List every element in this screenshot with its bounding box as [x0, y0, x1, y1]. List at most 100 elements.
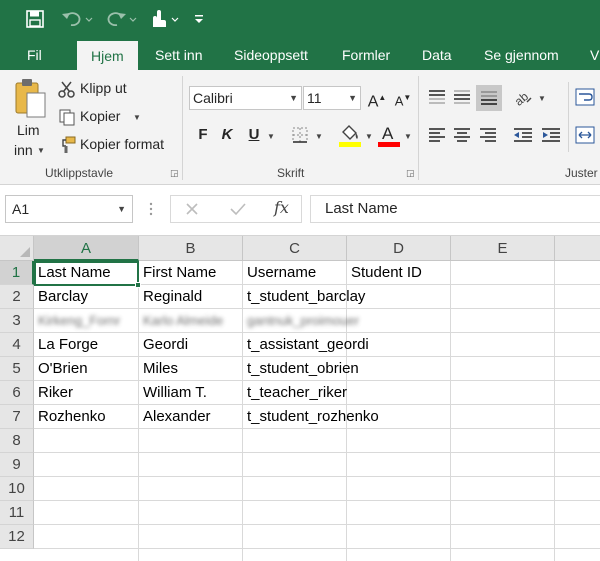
- cell-c6[interactable]: t_teacher_riker: [243, 381, 347, 405]
- redo-icon[interactable]: [104, 7, 138, 31]
- decrease-indent-icon[interactable]: [512, 125, 534, 145]
- font-size-combo[interactable]: 11 ▼: [303, 86, 361, 110]
- tab-review[interactable]: Se gjennom: [484, 38, 559, 70]
- borders-dropdown-icon[interactable]: ▼: [315, 132, 323, 141]
- copy-button[interactable]: Kopier: [80, 108, 120, 124]
- row-header-2[interactable]: 2: [0, 285, 34, 309]
- clipboard-dialog-launcher-icon[interactable]: ◲: [170, 168, 179, 179]
- orientation-icon[interactable]: ab: [512, 87, 534, 107]
- tab-insert[interactable]: Sett inn: [155, 38, 202, 70]
- align-bottom-icon[interactable]: [476, 85, 502, 111]
- align-top-icon[interactable]: [427, 87, 447, 107]
- cell-b1[interactable]: First Name: [139, 261, 216, 285]
- cell-a4[interactable]: La Forge: [34, 333, 98, 357]
- underline-dropdown-icon[interactable]: ▼: [267, 132, 275, 141]
- cell-b2[interactable]: Reginald: [139, 285, 202, 309]
- merge-center-icon[interactable]: [574, 125, 596, 145]
- fill-color-icon[interactable]: [339, 122, 361, 148]
- row-header-7[interactable]: 7: [0, 405, 34, 429]
- customize-qat-icon[interactable]: [192, 7, 206, 31]
- row-header-4[interactable]: 4: [0, 333, 34, 357]
- paste-icon[interactable]: [12, 76, 48, 122]
- row-header-8[interactable]: 8: [0, 429, 34, 453]
- insert-function-icon[interactable]: fx: [274, 198, 289, 217]
- cell-c5[interactable]: t_student_obrien: [243, 357, 359, 381]
- copy-dropdown-icon[interactable]: ▼: [133, 113, 141, 122]
- cell-b4[interactable]: Geordi: [139, 333, 188, 357]
- cell-b3-redacted[interactable]: Karlo Almeide: [139, 309, 223, 333]
- row-header-9[interactable]: 9: [0, 453, 34, 477]
- touch-mode-icon[interactable]: [146, 7, 182, 31]
- undo-icon[interactable]: [60, 7, 94, 31]
- align-center-icon[interactable]: [452, 125, 472, 145]
- row-header-3[interactable]: 3: [0, 309, 34, 333]
- italic-button[interactable]: K: [216, 124, 238, 146]
- row-header-1[interactable]: 1: [0, 261, 34, 285]
- font-color-icon[interactable]: A: [378, 122, 400, 148]
- font-dialog-launcher-icon[interactable]: ◲: [406, 168, 415, 179]
- column-header-d[interactable]: D: [347, 236, 451, 261]
- cell-a7[interactable]: Rozhenko: [34, 405, 106, 429]
- cancel-icon[interactable]: [182, 199, 202, 219]
- column-header-c[interactable]: C: [243, 236, 347, 261]
- cell-a6[interactable]: Riker: [34, 381, 73, 405]
- fill-handle[interactable]: [135, 282, 141, 288]
- align-middle-icon[interactable]: [452, 87, 472, 107]
- underline-button[interactable]: U: [243, 124, 265, 146]
- font-name-combo[interactable]: Calibri ▼: [189, 86, 302, 110]
- tab-formulas[interactable]: Formler: [342, 38, 390, 70]
- increase-indent-icon[interactable]: [540, 125, 562, 145]
- cell-c3-redacted[interactable]: gantnuk_proimouer: [243, 309, 359, 333]
- cell-d1[interactable]: Student ID: [347, 261, 422, 285]
- name-box[interactable]: A1 ▼: [5, 195, 133, 223]
- row-header-6[interactable]: 6: [0, 381, 34, 405]
- cell-c7[interactable]: t_student_rozhenko: [243, 405, 379, 429]
- tab-data[interactable]: Data: [422, 38, 452, 70]
- column-header-a[interactable]: A: [34, 236, 139, 261]
- paste-label-line2[interactable]: inn: [14, 142, 33, 158]
- format-painter-icon[interactable]: [57, 135, 77, 155]
- row-header-5[interactable]: 5: [0, 357, 34, 381]
- copy-icon[interactable]: [57, 107, 77, 127]
- row-header-12[interactable]: 12: [0, 525, 34, 549]
- worksheet-grid[interactable]: A B C D E 1 2 3 4 5 6 7 8 9 10 11 12 Las…: [0, 236, 600, 561]
- column-header-f[interactable]: [555, 236, 600, 261]
- cell-a3-redacted[interactable]: Kirkeng_Fornr: [34, 309, 120, 333]
- formula-bar-grip-icon[interactable]: [146, 199, 156, 219]
- select-all-button[interactable]: [0, 236, 34, 261]
- tab-file[interactable]: Fil: [27, 38, 42, 70]
- align-right-icon[interactable]: [478, 125, 498, 145]
- cell-b6[interactable]: William T.: [139, 381, 207, 405]
- cell-b5[interactable]: Miles: [139, 357, 178, 381]
- align-left-icon[interactable]: [427, 125, 447, 145]
- row-header-10[interactable]: 10: [0, 477, 34, 501]
- cell-c1[interactable]: Username: [243, 261, 316, 285]
- row-header-11[interactable]: 11: [0, 501, 34, 525]
- scissors-icon[interactable]: [57, 79, 77, 99]
- column-header-b[interactable]: B: [139, 236, 243, 261]
- fill-color-dropdown-icon[interactable]: ▼: [365, 132, 373, 141]
- format-painter-button[interactable]: Kopier format: [80, 136, 164, 152]
- font-color-dropdown-icon[interactable]: ▼: [404, 132, 412, 141]
- cell-a5[interactable]: O'Brien: [34, 357, 88, 381]
- enter-check-icon[interactable]: [228, 199, 248, 219]
- wrap-text-icon[interactable]: [574, 87, 596, 107]
- tab-page-layout[interactable]: Sideoppsett: [234, 38, 308, 70]
- formula-input[interactable]: Last Name: [310, 195, 600, 223]
- column-header-e[interactable]: E: [451, 236, 555, 261]
- tab-view[interactable]: V: [590, 38, 599, 70]
- cell-c2[interactable]: t_student_barclay: [243, 285, 365, 309]
- bold-button[interactable]: F: [192, 124, 214, 146]
- increase-font-size-icon[interactable]: A▲: [366, 87, 388, 110]
- save-icon[interactable]: [24, 7, 46, 31]
- tab-home[interactable]: Hjem: [77, 41, 138, 70]
- paste-label-line1[interactable]: Lim: [17, 122, 40, 138]
- cell-b7[interactable]: Alexander: [139, 405, 211, 429]
- cut-button[interactable]: Klipp ut: [80, 80, 127, 96]
- cell-a2[interactable]: Barclay: [34, 285, 88, 309]
- borders-icon[interactable]: [289, 125, 311, 145]
- orientation-dropdown-icon[interactable]: ▼: [538, 94, 546, 103]
- cell-c4[interactable]: t_assistant_geordi: [243, 333, 369, 357]
- paste-dropdown-icon[interactable]: ▼: [37, 146, 45, 155]
- decrease-font-size-icon[interactable]: A▼: [392, 87, 414, 109]
